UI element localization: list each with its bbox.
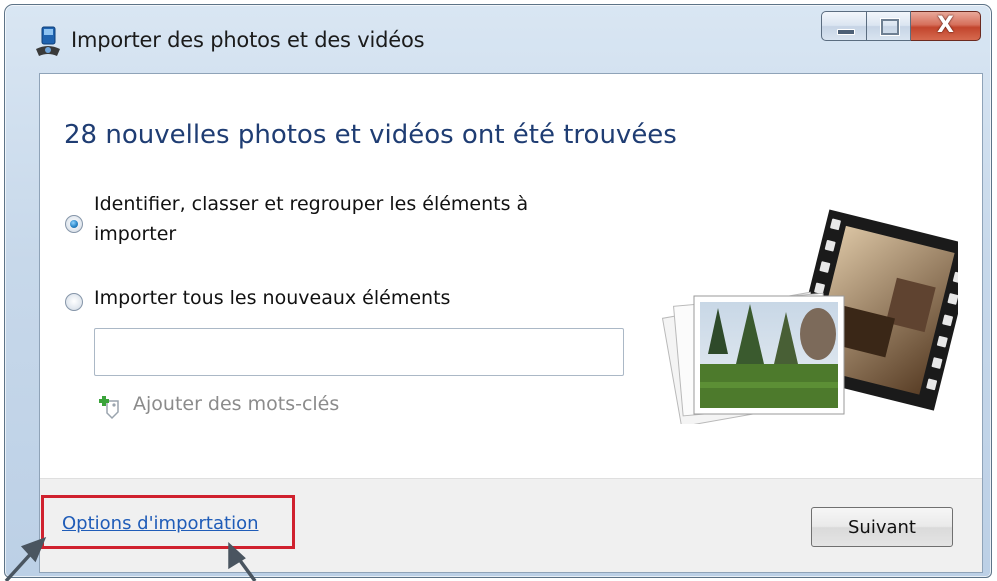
photos-and-video-illustration — [661, 209, 958, 424]
add-tag-icon — [99, 396, 119, 420]
import-photos-app-icon — [36, 26, 60, 56]
maximize-button[interactable] — [867, 11, 911, 41]
close-icon: X — [937, 13, 954, 38]
option-identify-group-radio[interactable] — [65, 215, 83, 233]
close-button[interactable]: X — [911, 11, 981, 41]
keywords-input[interactable] — [94, 328, 624, 376]
highlight-box — [41, 495, 295, 549]
window-frame: Importer des photos et des vidéos X 28 n… — [4, 4, 992, 578]
next-button[interactable]: Suivant — [811, 507, 953, 547]
add-keywords-link[interactable]: Ajouter des mots-clés — [133, 393, 339, 415]
option-import-all-label[interactable]: Importer tous les nouveaux éléments — [94, 283, 450, 313]
option-identify-group-label[interactable]: Identifier, classer et regrouper les élé… — [94, 189, 544, 249]
window-title: Importer des photos et des vidéos — [71, 28, 425, 52]
option-import-all-radio[interactable] — [65, 293, 83, 311]
minimize-button[interactable] — [821, 11, 867, 41]
found-items-heading: 28 nouvelles photos et vidéos ont été tr… — [64, 120, 677, 150]
caption-buttons: X — [821, 11, 981, 41]
